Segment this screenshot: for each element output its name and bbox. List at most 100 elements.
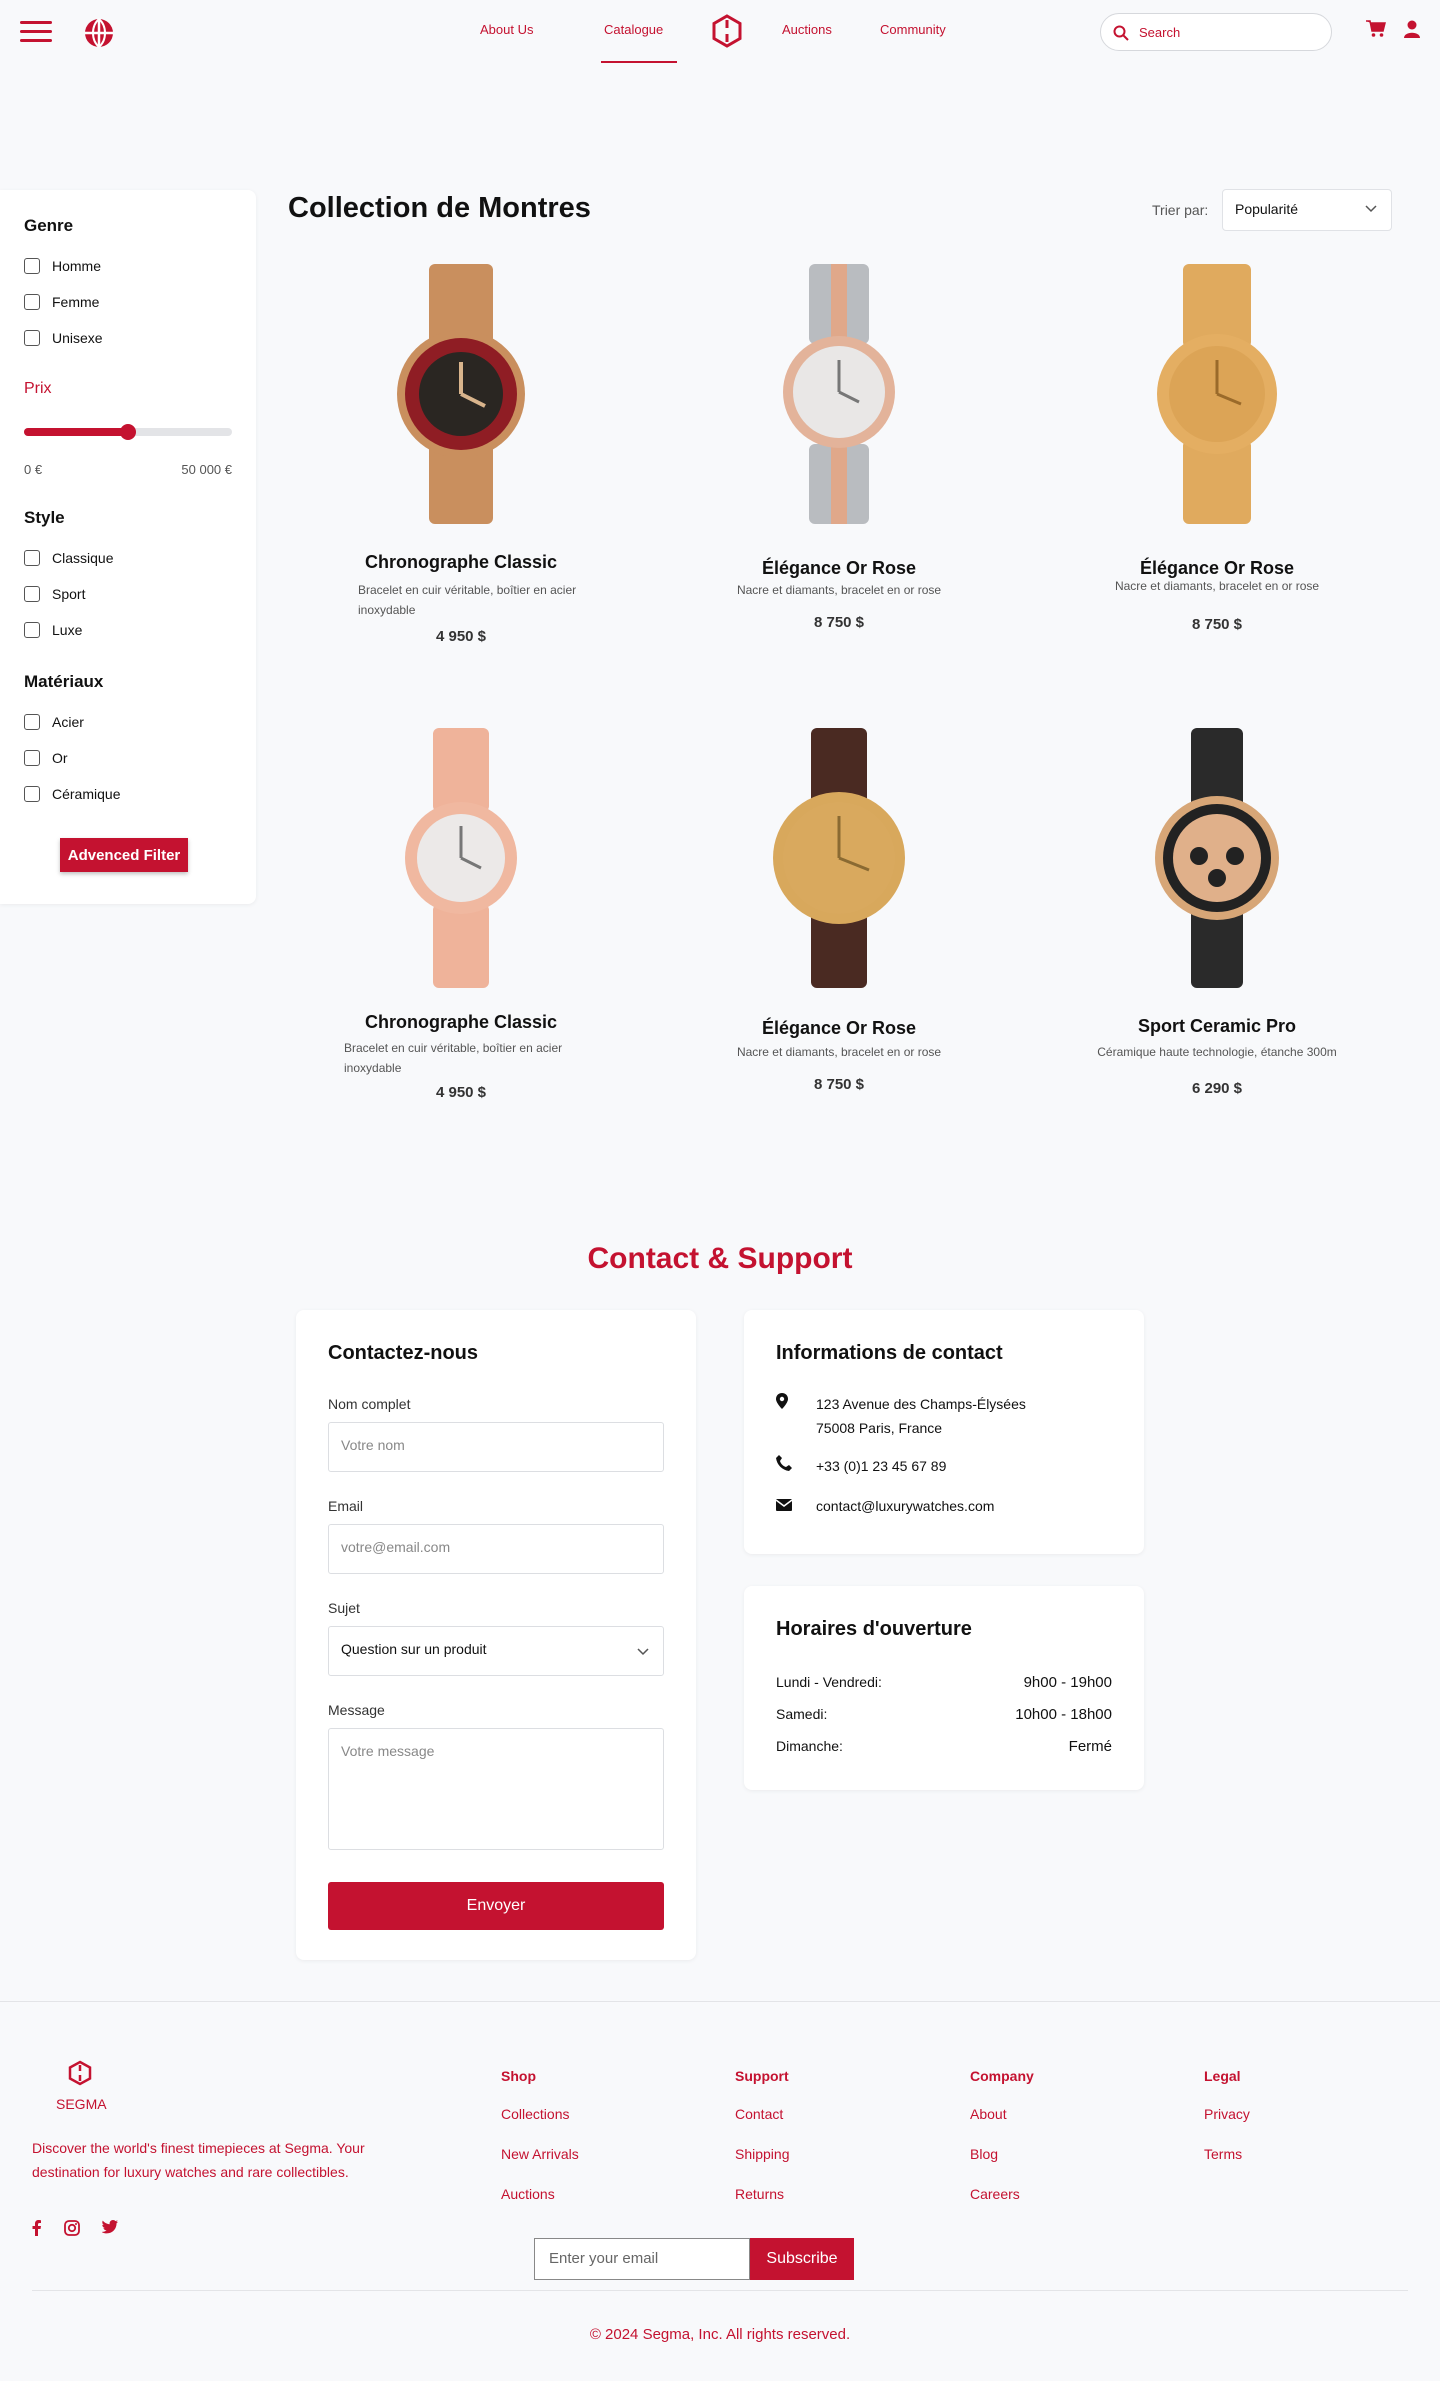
user-icon[interactable] (1404, 20, 1420, 38)
product-price: 8 750 $ (813, 614, 865, 631)
product-name[interactable]: Élégance Or Rose (650, 1018, 1028, 1039)
globe-icon[interactable] (84, 18, 114, 48)
segma-logo-icon[interactable] (710, 14, 744, 48)
envelope-icon (775, 1499, 793, 1511)
filter-label: Femme (52, 294, 100, 310)
footer-link[interactable]: Shipping (735, 2146, 790, 2162)
checkbox[interactable] (24, 786, 40, 802)
product-card[interactable]: Élégance Or Rose Nacre et diamants, brac… (1028, 258, 1406, 698)
checkbox[interactable] (24, 550, 40, 566)
price-heading: Prix (24, 380, 52, 397)
advanced-filter-button[interactable]: Advenced Filter (60, 838, 188, 872)
email-row: contact@luxurywatches.com (775, 1494, 994, 1518)
product-name[interactable]: Élégance Or Rose (650, 558, 1028, 579)
twitter-icon[interactable] (102, 2220, 118, 2234)
email-field[interactable]: votre@email.com (328, 1524, 664, 1574)
menu-icon[interactable] (20, 21, 52, 43)
segma-logo-icon[interactable] (58, 2060, 102, 2088)
nav-auctions[interactable]: Auctions (782, 22, 832, 37)
footer-link[interactable]: New Arrivals (501, 2146, 579, 2162)
filter-luxe[interactable]: Luxe (24, 622, 82, 638)
product-card[interactable]: Sport Ceramic Pro Céramique haute techno… (1028, 722, 1406, 1162)
footer-link[interactable]: Careers (970, 2186, 1020, 2202)
product-card[interactable]: Élégance Or Rose Nacre et diamants, brac… (650, 722, 1028, 1162)
product-description: Nacre et diamants, bracelet en or rose (1114, 579, 1320, 593)
footer-link[interactable]: Auctions (501, 2186, 555, 2202)
hours-time: Fermé (1068, 1738, 1112, 1755)
sort-select[interactable]: Popularité (1222, 189, 1392, 231)
product-price: 4 950 $ (435, 1084, 487, 1101)
nav-catalogue[interactable]: Catalogue (604, 22, 663, 37)
hours-time: 9h00 - 19h00 (1023, 1674, 1112, 1691)
newsletter-email-input[interactable]: Enter your email (534, 2238, 750, 2280)
style-heading: Style (24, 508, 65, 527)
watch-image (783, 264, 895, 524)
filter-label: Céramique (52, 786, 121, 802)
watch-image (1155, 728, 1279, 988)
name-field[interactable]: Votre nom (328, 1422, 664, 1472)
filter-label: Homme (52, 258, 102, 274)
footer-link[interactable]: Contact (735, 2106, 783, 2122)
product-price: 4 950 $ (435, 628, 487, 645)
checkbox[interactable] (24, 258, 40, 274)
filter-classique[interactable]: Classique (24, 550, 113, 566)
product-name[interactable]: Chronographe Classic (272, 552, 650, 573)
hours-day: Dimanche: (776, 1738, 843, 1754)
hours-row: Samedi: 10h00 - 18h00 (776, 1706, 1112, 1723)
price-slider-fill (24, 428, 128, 436)
footer-link[interactable]: Privacy (1204, 2106, 1250, 2122)
sort-label: Trier par: (1152, 202, 1209, 218)
filter-or[interactable]: Or (24, 750, 68, 766)
search-input[interactable] (1139, 22, 1319, 42)
copyright: © 2024 Segma, Inc. All rights reserved. (589, 2326, 851, 2343)
product-description: Bracelet en cuir véritable, boîtier en a… (344, 1041, 563, 1075)
send-button[interactable]: Envoyer (328, 1882, 664, 1930)
footer-link[interactable]: About (970, 2106, 1007, 2122)
checkbox[interactable] (24, 586, 40, 602)
search-box[interactable] (1100, 13, 1332, 51)
footer-link[interactable]: Blog (970, 2146, 998, 2162)
checkbox[interactable] (24, 294, 40, 310)
instagram-icon[interactable] (64, 2220, 80, 2236)
checkbox[interactable] (24, 330, 40, 346)
facebook-icon[interactable] (30, 2220, 44, 2236)
opening-hours-title: Horaires d'ouverture (776, 1618, 972, 1640)
filter-ceramique[interactable]: Céramique (24, 786, 120, 802)
product-card[interactable]: Chronographe Classic Bracelet en cuir vé… (272, 722, 650, 1162)
product-price: 8 750 $ (1191, 616, 1243, 633)
product-card[interactable]: Élégance Or Rose Nacre et diamants, brac… (650, 258, 1028, 698)
checkbox[interactable] (24, 622, 40, 638)
filter-homme[interactable]: Homme (24, 258, 101, 274)
price-slider[interactable] (24, 424, 232, 440)
address-line-2: 75008 Paris, France (816, 1420, 943, 1436)
filter-femme[interactable]: Femme (24, 294, 99, 310)
footer-link[interactable]: Returns (735, 2186, 784, 2202)
product-price: 6 290 $ (1191, 1080, 1243, 1097)
contact-section-title: Contact & Support (587, 1242, 853, 1275)
contact-info-panel: Informations de contact 123 Avenue des C… (744, 1310, 1144, 1554)
footer-link[interactable]: Collections (501, 2106, 569, 2122)
product-card[interactable]: Chronographe Classic Bracelet en cuir vé… (272, 258, 650, 698)
filter-acier[interactable]: Acier (24, 714, 84, 730)
filter-sport[interactable]: Sport (24, 586, 85, 602)
email-address[interactable]: contact@luxurywatches.com (816, 1494, 994, 1518)
chevron-down-icon (637, 1648, 649, 1656)
filter-unisexe[interactable]: Unisexe (24, 330, 103, 346)
checkbox[interactable] (24, 750, 40, 766)
subject-select[interactable]: Question sur un produit (328, 1626, 664, 1676)
cart-icon[interactable] (1366, 20, 1386, 38)
header: About Us Catalogue Auctions Community (0, 0, 1440, 64)
footer-divider (32, 2290, 1408, 2291)
price-slider-thumb[interactable] (120, 424, 136, 440)
nav-community[interactable]: Community (880, 22, 946, 37)
checkbox[interactable] (24, 714, 40, 730)
message-field[interactable]: Votre message (328, 1728, 664, 1850)
phone-number[interactable]: +33 (0)1 23 45 67 89 (816, 1454, 946, 1478)
subscribe-button[interactable]: Subscribe (750, 2238, 854, 2280)
product-name[interactable]: Chronographe Classic (272, 1012, 650, 1033)
product-name[interactable]: Sport Ceramic Pro (1028, 1016, 1406, 1037)
product-description: Bracelet en cuir véritable, boîtier en a… (358, 583, 577, 617)
nav-about-us[interactable]: About Us (480, 22, 533, 37)
footer-link[interactable]: Terms (1204, 2146, 1242, 2162)
filter-sidebar: Genre Homme Femme Unisexe Prix 0 € 50 00… (0, 190, 256, 904)
